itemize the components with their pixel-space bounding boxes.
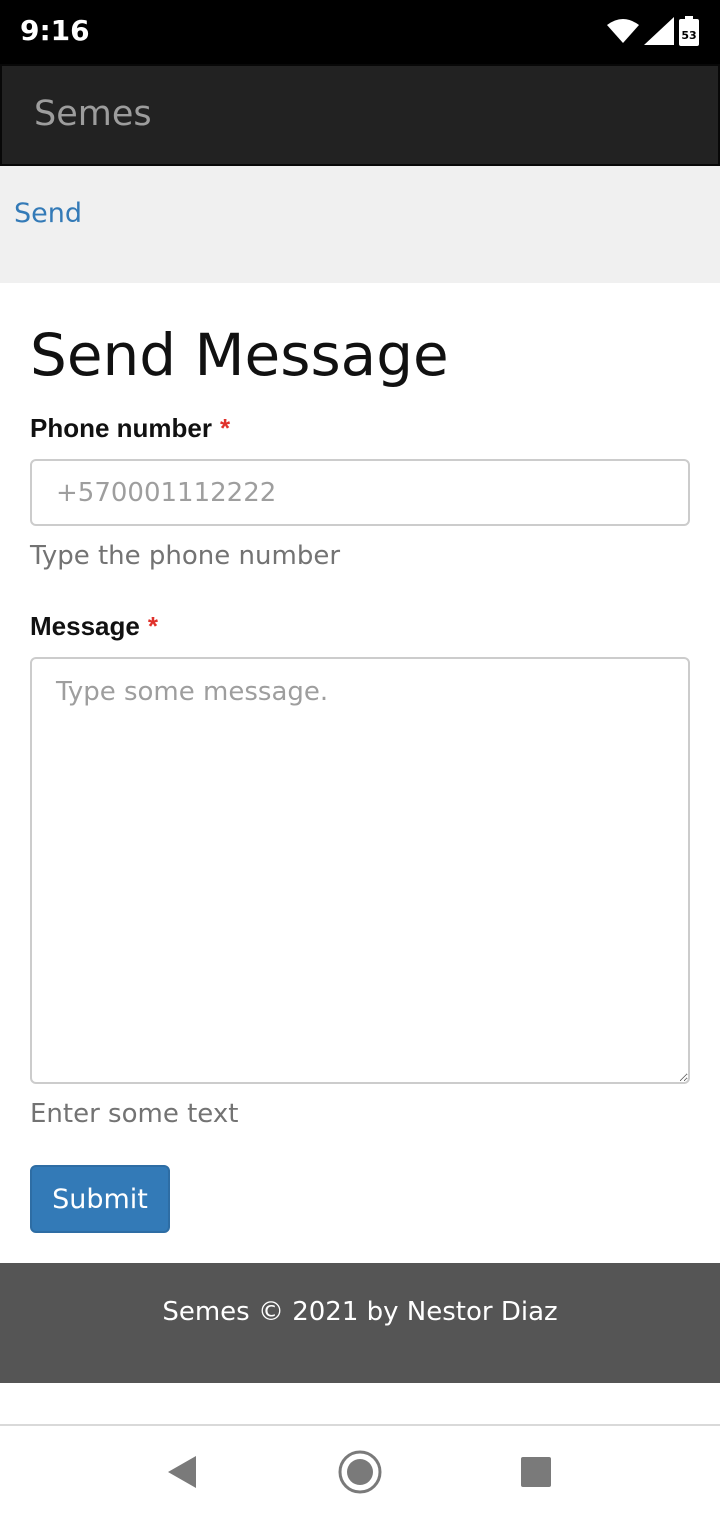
submit-button[interactable]: Submit xyxy=(30,1165,170,1233)
battery-icon: 53 xyxy=(679,16,699,46)
footer-text: Semes © 2021 by Nestor Diaz xyxy=(162,1297,558,1327)
signal-icon xyxy=(643,17,674,45)
required-marker: * xyxy=(220,413,231,443)
message-textarea[interactable] xyxy=(30,657,690,1084)
message-label: Message * xyxy=(30,611,158,642)
navbar-brand[interactable]: Semes xyxy=(34,94,152,134)
breadcrumb-link-send[interactable]: Send xyxy=(14,198,82,229)
back-icon[interactable] xyxy=(158,1448,206,1496)
system-navigation-bar xyxy=(0,1426,720,1520)
required-marker: * xyxy=(147,611,158,641)
phone-number-input[interactable] xyxy=(30,459,690,526)
page-footer: Semes © 2021 by Nestor Diaz xyxy=(0,1263,720,1383)
recents-icon[interactable] xyxy=(512,1448,560,1496)
status-time: 9:16 xyxy=(20,14,90,47)
status-icons: 53 xyxy=(607,16,700,46)
phone-number-label: Phone number * xyxy=(30,413,230,444)
app-navbar: Semes xyxy=(0,64,720,166)
message-help: Enter some text xyxy=(30,1099,239,1129)
page-title: Send Message xyxy=(30,321,449,389)
phone-number-label-text: Phone number xyxy=(30,413,213,443)
battery-level: 53 xyxy=(681,29,696,42)
home-icon[interactable] xyxy=(336,1448,384,1496)
wifi-icon xyxy=(607,19,640,43)
phone-number-help: Type the phone number xyxy=(30,541,341,571)
breadcrumb: Send xyxy=(0,166,720,283)
status-bar: 9:16 53 xyxy=(0,0,720,64)
message-label-text: Message xyxy=(30,611,140,641)
